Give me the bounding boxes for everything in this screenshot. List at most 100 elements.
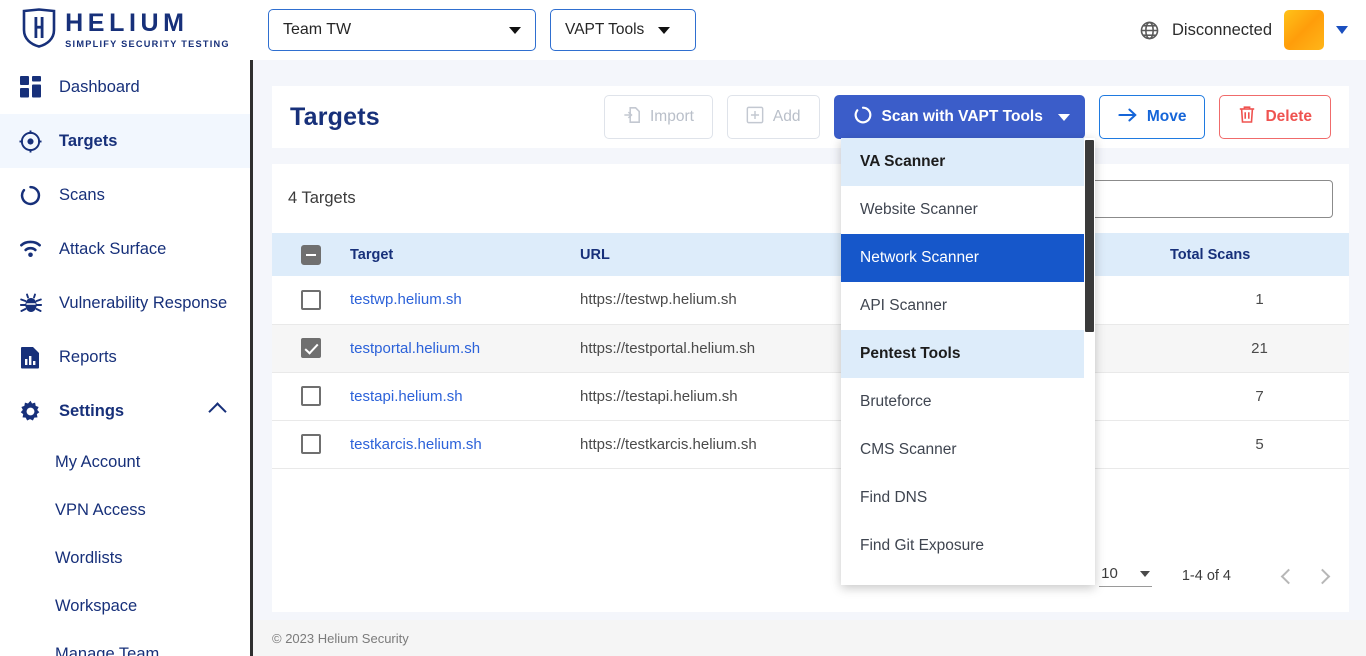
menu-item-label: Find Git Exposure [860,537,985,554]
table-row[interactable]: testportal.helium.sh https://testportal.… [272,324,1349,372]
menu-group-label: VA Scanner [860,153,946,170]
menu-item-cms-scanner[interactable]: CMS Scanner [841,426,1095,474]
plus-box-icon [746,106,764,129]
add-button-label: Add [772,108,801,125]
row-checkbox[interactable] [301,338,321,358]
import-button-label: Import [649,108,694,125]
sidebar-subitem-label: Workspace [55,596,138,615]
menu-group-pentest-tools: Pentest Tools [841,330,1095,378]
sidebar-subitem-label: My Account [55,452,141,471]
report-icon [18,345,43,370]
column-header-target[interactable]: Target [350,233,580,276]
target-link[interactable]: testkarcis.helium.sh [350,436,482,453]
sidebar-item-wordlists[interactable]: Wordlists [0,534,250,582]
sidebar-item-label: Dashboard [59,77,140,96]
row-checkbox[interactable] [301,386,321,406]
sidebar-item-reports[interactable]: Reports [0,330,250,384]
app-logo[interactable]: HELIUM SIMPLIFY SECURITY TESTING [0,0,252,60]
chevron-right-icon [1314,568,1330,584]
move-button[interactable]: Move [1098,95,1206,139]
scan-with-vapt-tools-button[interactable]: Scan with VAPT Tools [833,95,1085,139]
menu-item-network-scanner[interactable]: Network Scanner [841,234,1095,282]
menu-scrollbar[interactable] [1084,138,1095,585]
row-checkbox[interactable] [301,434,321,454]
sidebar-item-scans[interactable]: Scans [0,168,250,222]
row-select-cell [272,420,350,468]
delete-button-label: Delete [1265,108,1312,125]
pagination: 10 1-4 of 4 [1099,554,1339,598]
chevron-down-icon [1057,113,1070,121]
menu-item-find-dns[interactable]: Find DNS [841,474,1095,522]
menu-scrollbar-thumb[interactable] [1085,140,1094,332]
rows-per-page-select[interactable]: 10 [1099,565,1152,587]
row-target-cell: testapi.helium.sh [350,372,580,420]
menu-group-label: Pentest Tools [860,345,961,362]
search-input[interactable] [1072,180,1332,217]
topbar-right-group: Disconnected [1139,10,1366,50]
logo-tagline: SIMPLIFY SECURITY TESTING [65,38,230,49]
delete-button[interactable]: Delete [1219,95,1331,139]
row-checkbox[interactable] [301,289,321,310]
dashboard-icon [18,75,43,100]
rows-per-page-value: 10 [1101,565,1118,582]
scan-button-label: Scan with VAPT Tools [881,108,1043,125]
table-row[interactable]: testkarcis.helium.sh https://testkarcis.… [272,420,1349,468]
row-target-cell: testportal.helium.sh [350,324,580,372]
select-all-checkbox[interactable] [301,244,321,265]
sidebar-item-manage-team[interactable]: Manage Team [0,630,250,656]
target-link[interactable]: testwp.helium.sh [350,291,462,308]
row-select-cell [272,324,350,372]
menu-item-label: Find DNS [860,489,928,506]
sidebar-item-settings[interactable]: Settings [0,384,250,438]
sidebar-subitem-label: Manage Team [55,644,160,656]
team-selector[interactable]: Team TW [268,9,536,51]
menu-group-va-scanner: VA Scanner [841,138,1095,186]
table-row[interactable]: testapi.helium.sh https://testapi.helium… [272,372,1349,420]
vapt-tools-selector[interactable]: VAPT Tools [550,9,696,51]
sidebar-item-label: Reports [59,347,117,366]
target-icon [18,129,43,154]
menu-item-label: Network Scanner [860,249,979,266]
pagination-range: 1-4 of 4 [1181,568,1231,584]
chevron-up-icon[interactable] [208,401,227,421]
sidebar-item-label: Targets [59,131,118,150]
row-total-scans-cell: 21 [1251,339,1268,357]
menu-item-label: API Scanner [860,297,948,314]
main-content: Targets Import Add Scan with VAPT Tools … [253,60,1366,656]
import-button[interactable]: Import [603,95,713,139]
sidebar-item-vpn-access[interactable]: VPN Access [0,486,250,534]
search-box[interactable] [1071,179,1333,218]
sidebar-item-vulnerability-response[interactable]: Vulnerability Response [0,276,250,330]
sidebar-subitem-label: VPN Access [55,500,146,519]
avatar[interactable] [1284,10,1324,50]
target-link[interactable]: testapi.helium.sh [350,388,463,405]
import-icon [623,106,641,129]
menu-item-bruteforce[interactable]: Bruteforce [841,378,1095,426]
team-selector-value: Team TW [283,21,352,38]
add-button[interactable]: Add [726,95,820,139]
table-row[interactable]: testwp.helium.sh https://testwp.helium.s… [272,276,1349,324]
account-menu-chevron-down-icon[interactable] [1336,26,1348,34]
chevron-left-icon [1280,568,1296,584]
sidebar-item-targets[interactable]: Targets [0,114,250,168]
target-link[interactable]: testportal.helium.sh [350,340,480,357]
sidebar-item-dashboard[interactable]: Dashboard [0,60,250,114]
connection-status: Disconnected [1172,20,1272,39]
menu-item-api-scanner[interactable]: API Scanner [841,282,1095,330]
chevron-down-icon [1139,570,1150,577]
sidebar-item-label: Settings [59,401,125,420]
column-header-total-scans[interactable]: Total Scans [1170,233,1349,276]
sidebar-item-my-account[interactable]: My Account [0,438,250,486]
row-target-cell: testkarcis.helium.sh [350,420,580,468]
sidebar-item-label: Attack Surface [59,239,167,258]
select-all-cell [272,233,350,276]
row-total-scans-cell: 1 [1255,291,1264,309]
targets-table: Target URL Total Scans testwp.helium.sh … [272,233,1349,469]
sidebar-divider [250,60,253,656]
previous-page-button[interactable] [1271,559,1305,593]
menu-item-find-git-exposure[interactable]: Find Git Exposure [841,522,1095,570]
sidebar-item-attack-surface[interactable]: Attack Surface [0,222,250,276]
next-page-button[interactable] [1305,559,1339,593]
menu-item-website-scanner[interactable]: Website Scanner [841,186,1095,234]
sidebar-item-workspace[interactable]: Workspace [0,582,250,630]
